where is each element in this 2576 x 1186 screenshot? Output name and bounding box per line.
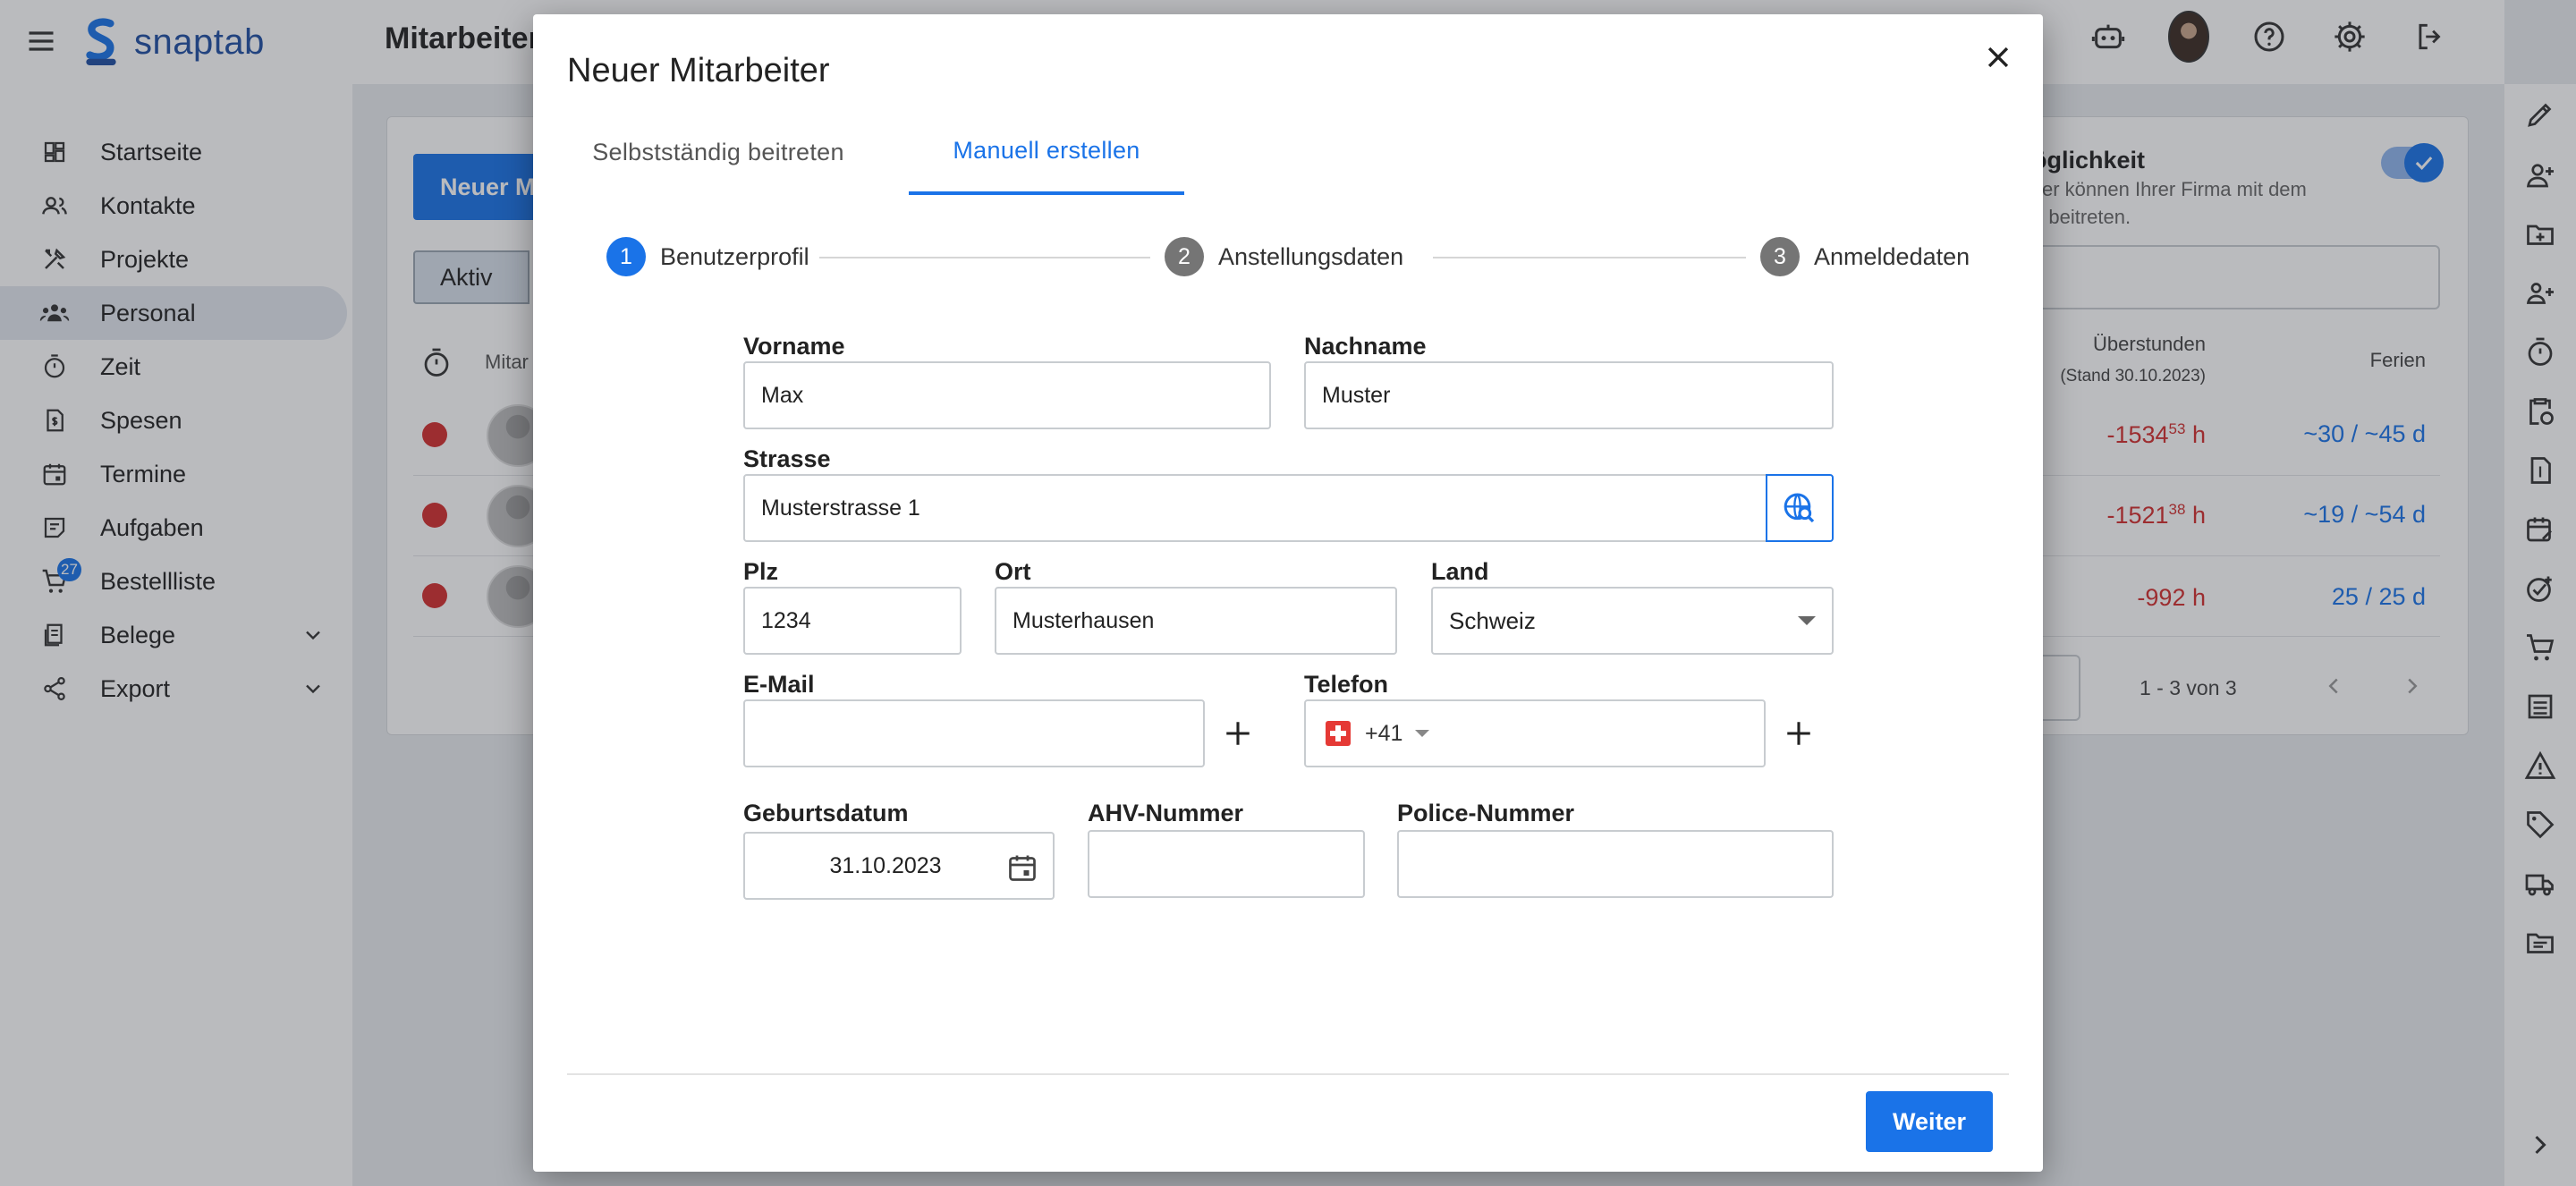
last-name-field[interactable] — [1304, 361, 1834, 429]
city-field[interactable] — [995, 587, 1397, 655]
zip-field[interactable] — [743, 587, 962, 655]
dropdown-arrow-icon — [1798, 616, 1816, 625]
policy-number-label: Police-Nummer — [1397, 800, 1575, 826]
new-employee-dialog: Neuer Mitarbeiter Selbstständig beitrete… — [533, 14, 2043, 1172]
ahv-number-field[interactable] — [1088, 830, 1365, 898]
address-search-button[interactable] — [1766, 474, 1834, 542]
step-connector — [819, 257, 1150, 258]
close-button[interactable] — [1971, 30, 2025, 84]
plus-icon — [1787, 722, 1810, 745]
step-connector — [1433, 257, 1746, 258]
phone-label: Telefon — [1304, 671, 1388, 698]
policy-number-field[interactable] — [1397, 830, 1834, 898]
step-number: 2 — [1165, 237, 1204, 276]
step-number: 3 — [1760, 237, 1800, 276]
add-phone-button[interactable] — [1776, 711, 1821, 756]
phone-field[interactable]: +41 — [1304, 699, 1766, 767]
last-name-label: Nachname — [1304, 333, 1427, 360]
dialog-footer-divider — [567, 1073, 2009, 1075]
email-label: E-Mail — [743, 671, 815, 698]
tab-self-join[interactable]: Selbstständig beitreten — [571, 109, 866, 195]
step-2[interactable]: 2 Anstellungsdaten — [1165, 234, 1403, 279]
step-label: Benutzerprofil — [660, 242, 809, 270]
tab-manual-create[interactable]: Manuell erstellen — [909, 109, 1184, 195]
step-label: Anstellungsdaten — [1218, 242, 1404, 270]
add-email-button[interactable] — [1216, 711, 1260, 756]
first-name-field[interactable] — [743, 361, 1271, 429]
country-label: Land — [1431, 558, 1489, 585]
phone-country-code[interactable]: +41 — [1365, 721, 1402, 747]
street-field[interactable] — [743, 474, 1768, 542]
step-number: 1 — [606, 237, 646, 276]
country-selected-value: Schweiz — [1449, 606, 1536, 634]
dialog-title: Neuer Mitarbeiter — [567, 52, 830, 89]
country-select[interactable]: Schweiz — [1431, 587, 1834, 655]
zip-label: Plz — [743, 558, 779, 585]
next-button[interactable]: Weiter — [1866, 1091, 1993, 1152]
city-label: Ort — [995, 558, 1031, 585]
street-label: Strasse — [743, 445, 831, 472]
step-1[interactable]: 1 Benutzerprofil — [606, 234, 809, 279]
ahv-number-label: AHV-Nummer — [1088, 800, 1244, 826]
step-3[interactable]: 3 Anmeldedaten — [1760, 234, 1970, 279]
birthdate-field[interactable]: 31.10.2023 — [743, 832, 1055, 900]
stepper: 1 Benutzerprofil 2 Anstellungsdaten 3 An… — [606, 234, 1971, 279]
calendar-icon[interactable] — [1006, 851, 1038, 884]
birthdate-value: 31.10.2023 — [829, 852, 942, 878]
email-field[interactable] — [743, 699, 1205, 767]
plus-icon — [1226, 722, 1250, 745]
first-name-label: Vorname — [743, 333, 845, 360]
birthdate-label: Geburtsdatum — [743, 800, 909, 826]
globe-search-icon — [1784, 493, 1815, 523]
step-label: Anmeldedaten — [1814, 242, 1970, 270]
swiss-flag-icon — [1326, 721, 1351, 746]
dropdown-arrow-icon[interactable] — [1415, 730, 1430, 737]
close-icon — [1987, 47, 2009, 68]
